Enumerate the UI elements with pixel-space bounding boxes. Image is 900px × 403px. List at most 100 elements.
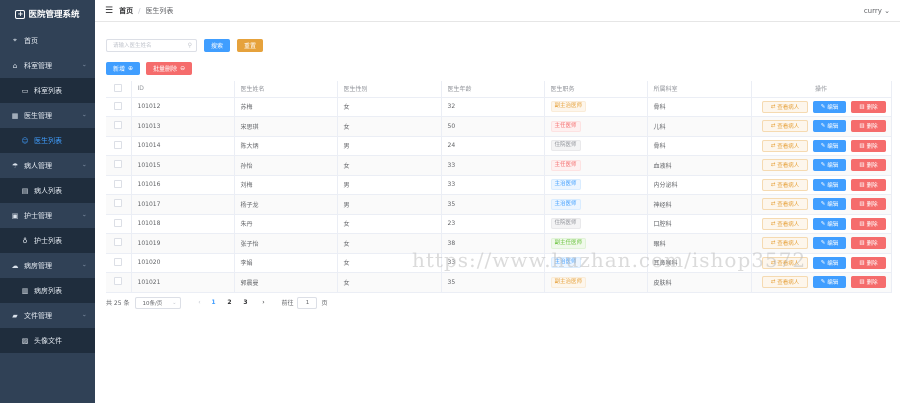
view-patients-button[interactable]: ⇄ 查看病人 xyxy=(762,178,808,191)
minus-circle-icon: ⊖ xyxy=(180,65,186,72)
edit-button[interactable]: ✎ 编辑 xyxy=(813,217,846,230)
view-patients-button[interactable]: ⇄ 查看病人 xyxy=(762,159,808,172)
next-page-icon[interactable]: › xyxy=(257,299,269,306)
table-row[interactable]: 101020 李娟女 33 主治医师 耳鼻喉科 ⇄ 查看病人 ✎ 编辑 ▥ 删除 xyxy=(106,253,892,273)
row-checkbox-cell xyxy=(106,175,132,195)
sidebar-item-5[interactable]: ☁ 病房管理 › xyxy=(0,253,95,278)
row-checkbox[interactable] xyxy=(114,160,123,169)
search-field[interactable]: ⚲ xyxy=(106,39,197,52)
edit-icon: ✎ xyxy=(820,201,826,208)
cell-dept: 耳鼻喉科 xyxy=(647,253,752,273)
hamburger-icon[interactable]: ☰ xyxy=(105,6,113,16)
delete-button[interactable]: ▥ 删除 xyxy=(851,159,886,172)
sidebar-subitem-6-0[interactable]: ▨ 头像文件 xyxy=(0,328,95,353)
row-checkbox[interactable] xyxy=(114,179,123,188)
row-checkbox[interactable] xyxy=(114,121,123,130)
column-header-actions: 操作 xyxy=(751,81,892,98)
sidebar-item-4[interactable]: ▣ 护士管理 › xyxy=(0,203,95,228)
row-checkbox[interactable] xyxy=(114,218,123,227)
cell-actions: ⇄ 查看病人 ✎ 编辑 ▥ 删除 xyxy=(751,116,892,137)
edit-button[interactable]: ✎ 编辑 xyxy=(813,120,846,133)
edit-button[interactable]: ✎ 编辑 xyxy=(813,139,846,152)
breadcrumb-home[interactable]: 首页 xyxy=(119,6,133,16)
user-menu[interactable]: curry ⌄ xyxy=(864,7,890,15)
cell-title: 副主任医师 xyxy=(544,233,648,254)
edit-button[interactable]: ✎ 编辑 xyxy=(813,100,846,113)
edit-button[interactable]: ✎ 编辑 xyxy=(813,198,846,211)
sidebar-subitem-2-0[interactable]: ☺ 医生列表 xyxy=(0,128,95,153)
delete-button[interactable]: ▥ 删除 xyxy=(851,276,886,289)
search-button[interactable]: 搜索 xyxy=(204,39,231,52)
page-number[interactable]: 3 xyxy=(237,299,253,306)
sidebar-item-0[interactable]: ⌖ 首页 xyxy=(0,28,95,53)
view-patients-button[interactable]: ⇄ 查看病人 xyxy=(762,198,808,211)
view-patients-button[interactable]: ⇄ 查看病人 xyxy=(762,100,808,113)
cell-actions: ⇄ 查看病人 ✎ 编辑 ▥ 删除 xyxy=(751,214,892,234)
sidebar-item-6[interactable]: ▰ 文件管理 › xyxy=(0,303,95,328)
row-checkbox[interactable] xyxy=(114,101,123,110)
table-row[interactable]: 101013 宋思琪女 50 主任医师 儿科 ⇄ 查看病人 ✎ 编辑 ▥ 删除 xyxy=(106,116,892,137)
page-size-select[interactable]: 10条/页 ⌄ xyxy=(135,296,182,309)
view-patients-button[interactable]: ⇄ 查看病人 xyxy=(762,120,808,133)
sidebar-subitem-5-0[interactable]: ▥ 病房列表 xyxy=(0,278,95,303)
edit-button[interactable]: ✎ 编辑 xyxy=(813,256,846,269)
edit-button[interactable]: ✎ 编辑 xyxy=(813,276,846,289)
reset-button[interactable]: 重置 xyxy=(237,39,264,52)
sidebar-subitem-1-0[interactable]: ▭ 科室列表 xyxy=(0,78,95,103)
view-patients-button[interactable]: ⇄ 查看病人 xyxy=(762,256,808,269)
goto-page-input[interactable]: 1 xyxy=(297,296,318,309)
sidebar-subitem-4-0[interactable]: ♁ 护士列表 xyxy=(0,228,95,253)
delete-button[interactable]: ▥ 删除 xyxy=(851,178,886,191)
search-input[interactable] xyxy=(107,40,196,51)
delete-button[interactable]: ▥ 删除 xyxy=(851,217,886,230)
table-row[interactable]: 101012 苏梅女 32 副主治医师 骨科 ⇄ 查看病人 ✎ 编辑 ▥ 删除 xyxy=(106,97,892,117)
table-row[interactable]: 101018 朱丹女 23 住院医师 口腔科 ⇄ 查看病人 ✎ 编辑 ▥ 删除 xyxy=(106,214,892,234)
row-checkbox[interactable] xyxy=(114,199,123,208)
row-checkbox[interactable] xyxy=(114,257,123,266)
sidebar-item-2[interactable]: ▦ 医生管理 › xyxy=(0,103,95,128)
row-checkbox-cell xyxy=(106,214,132,234)
row-checkbox-cell xyxy=(106,233,132,254)
delete-button[interactable]: ▥ 删除 xyxy=(851,100,886,113)
prev-page-icon[interactable]: ‹ xyxy=(193,299,205,306)
delete-button[interactable]: ▥ 删除 xyxy=(851,198,886,211)
view-patients-button[interactable]: ⇄ 查看病人 xyxy=(762,237,808,250)
delete-button[interactable]: ▥ 删除 xyxy=(851,139,886,152)
sidebar-subitem-3-0[interactable]: ▤ 病人列表 xyxy=(0,178,95,203)
edit-icon: ✎ xyxy=(820,123,826,130)
add-button[interactable]: 新增 ⊕ xyxy=(106,62,141,75)
row-checkbox[interactable] xyxy=(114,238,123,247)
sidebar-item-1[interactable]: ⌂ 科室管理 › xyxy=(0,53,95,78)
delete-button[interactable]: ▥ 删除 xyxy=(851,120,886,133)
cell-actions: ⇄ 查看病人 ✎ 编辑 ▥ 删除 xyxy=(751,253,892,273)
batch-delete-button[interactable]: 批量删除 ⊖ xyxy=(146,62,193,75)
sidebar-item-3[interactable]: ☂ 病人管理 › xyxy=(0,153,95,178)
table-row[interactable]: 101014 陈大炳男 24 住院医师 骨科 ⇄ 查看病人 ✎ 编辑 ▥ 删除 xyxy=(106,136,892,156)
row-checkbox[interactable] xyxy=(114,277,123,286)
select-all-checkbox[interactable] xyxy=(114,83,123,92)
view-patients-button[interactable]: ⇄ 查看病人 xyxy=(762,276,808,289)
table-row[interactable]: 101016 刘梅男 33 主治医师 内分泌科 ⇄ 查看病人 ✎ 编辑 ▥ 删除 xyxy=(106,175,892,195)
edit-label: 编辑 xyxy=(827,163,839,170)
table-row[interactable]: 101021 郭晨曼女 35 副主治医师 皮肤科 ⇄ 查看病人 ✎ 编辑 ▥ 删除 xyxy=(106,272,892,293)
folder-icon: ▰ xyxy=(12,311,18,320)
app-logo[interactable]: + 医院管理系统 xyxy=(0,0,95,28)
table-row[interactable]: 101017 杨子龙男 35 主治医师 神经科 ⇄ 查看病人 ✎ 编辑 ▥ 删除 xyxy=(106,194,892,215)
page-number[interactable]: 1 xyxy=(205,299,221,306)
title-tag: 副主治医师 xyxy=(550,101,587,113)
sidebar-subitem-label: 医生列表 xyxy=(34,136,62,145)
edit-button[interactable]: ✎ 编辑 xyxy=(813,159,846,172)
delete-button[interactable]: ▥ 删除 xyxy=(851,256,886,269)
edit-button[interactable]: ✎ 编辑 xyxy=(813,237,846,250)
table-row[interactable]: 101015 孙怡女 33 主任医师 血液科 ⇄ 查看病人 ✎ 编辑 ▥ 删除 xyxy=(106,155,892,176)
suitcase-icon: ▣ xyxy=(11,211,19,220)
row-checkbox[interactable] xyxy=(114,140,123,149)
view-patients-button[interactable]: ⇄ 查看病人 xyxy=(762,139,808,152)
table-row[interactable]: 101019 张子怡女 38 副主任医师 眼科 ⇄ 查看病人 ✎ 编辑 ▥ 删除 xyxy=(106,233,892,254)
page-number[interactable]: 2 xyxy=(221,299,237,306)
link-icon: ⇄ xyxy=(770,123,776,130)
view-patients-button[interactable]: ⇄ 查看病人 xyxy=(762,217,808,230)
delete-button[interactable]: ▥ 删除 xyxy=(851,237,886,250)
cell-id: 101020 xyxy=(131,253,235,273)
edit-button[interactable]: ✎ 编辑 xyxy=(813,178,846,191)
